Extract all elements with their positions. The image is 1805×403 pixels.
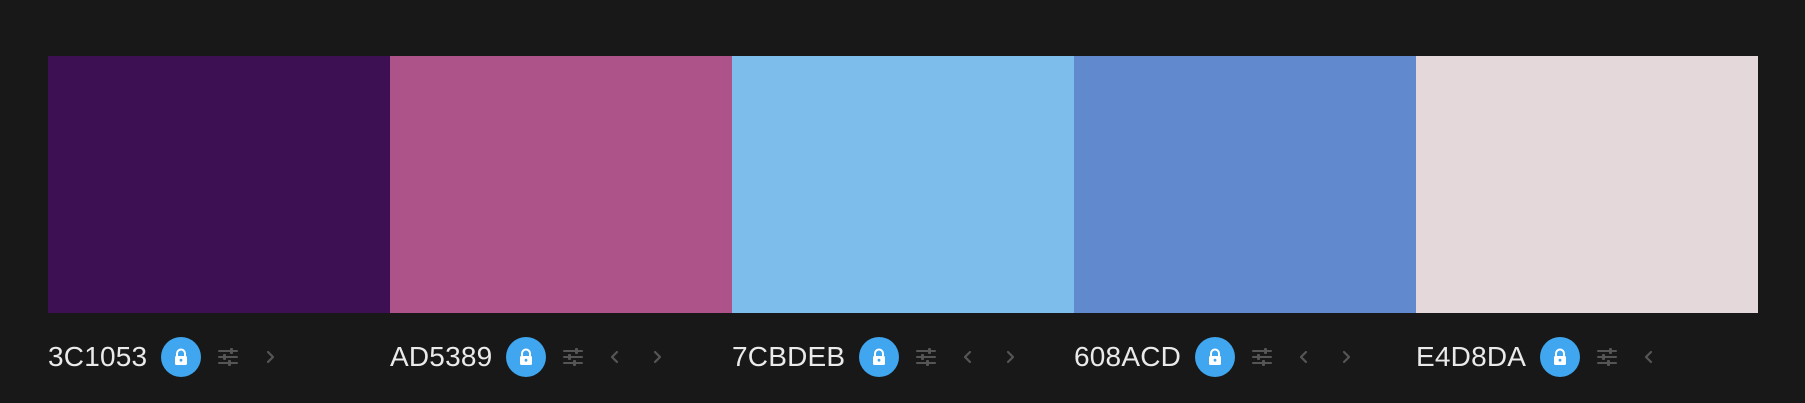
color-swatch[interactable] — [732, 56, 1074, 313]
chevron-left-icon — [1645, 350, 1653, 364]
adjust-button[interactable] — [1249, 344, 1275, 370]
hex-code-label[interactable]: AD5389 — [390, 343, 492, 371]
chevron-left-icon — [964, 350, 972, 364]
adjust-button[interactable] — [215, 344, 241, 370]
color-palette — [48, 56, 1758, 313]
move-right-button[interactable] — [997, 344, 1023, 370]
color-controls: AD5389 — [390, 332, 732, 382]
lock-button[interactable] — [161, 337, 202, 377]
hex-code-label[interactable]: 3C1053 — [48, 343, 147, 371]
chevron-right-icon — [654, 350, 662, 364]
lock-icon — [1554, 348, 1567, 365]
chevron-left-icon — [1299, 350, 1308, 364]
sliders-icon — [218, 348, 239, 366]
color-controls: E4D8DA — [1416, 332, 1758, 382]
chevron-left-icon — [611, 350, 619, 364]
lock-icon — [175, 348, 188, 365]
hex-code-label[interactable]: 608ACD — [1074, 343, 1181, 371]
chevron-right-icon — [267, 350, 275, 364]
move-right-button[interactable] — [1333, 344, 1359, 370]
sliders-icon — [916, 348, 937, 366]
hex-code-label[interactable]: 7CBDEB — [732, 343, 845, 371]
sliders-icon — [563, 348, 584, 366]
color-swatch[interactable] — [1074, 56, 1416, 313]
color-controls: 7CBDEB — [732, 332, 1074, 382]
move-left-button[interactable] — [1291, 344, 1317, 370]
color-controls: 3C1053 — [48, 332, 390, 382]
adjust-button[interactable] — [913, 344, 939, 370]
color-swatch[interactable] — [390, 56, 732, 313]
sliders-icon — [1252, 348, 1273, 366]
sliders-icon — [1597, 348, 1618, 366]
color-swatch[interactable] — [48, 56, 390, 313]
lock-button[interactable] — [506, 337, 547, 377]
move-right-button[interactable] — [257, 344, 283, 370]
move-left-button[interactable] — [602, 344, 628, 370]
lock-button[interactable] — [859, 337, 900, 377]
adjust-button[interactable] — [560, 344, 586, 370]
lock-icon — [873, 348, 886, 365]
lock-button[interactable] — [1195, 337, 1236, 377]
move-left-button[interactable] — [1636, 344, 1662, 370]
color-controls: 608ACD — [1074, 332, 1416, 382]
palette-controls: 3C1053 AD5389 7CBDEB 608ACD E4D8DA — [48, 332, 1758, 382]
lock-button[interactable] — [1540, 337, 1581, 377]
lock-icon — [1209, 348, 1222, 365]
adjust-button[interactable] — [1594, 344, 1620, 370]
move-left-button[interactable] — [955, 344, 981, 370]
move-right-button[interactable] — [644, 344, 670, 370]
color-swatch[interactable] — [1416, 56, 1758, 313]
hex-code-label[interactable]: E4D8DA — [1416, 343, 1526, 371]
chevron-right-icon — [1342, 350, 1351, 364]
chevron-right-icon — [1007, 350, 1015, 364]
lock-icon — [520, 348, 533, 365]
